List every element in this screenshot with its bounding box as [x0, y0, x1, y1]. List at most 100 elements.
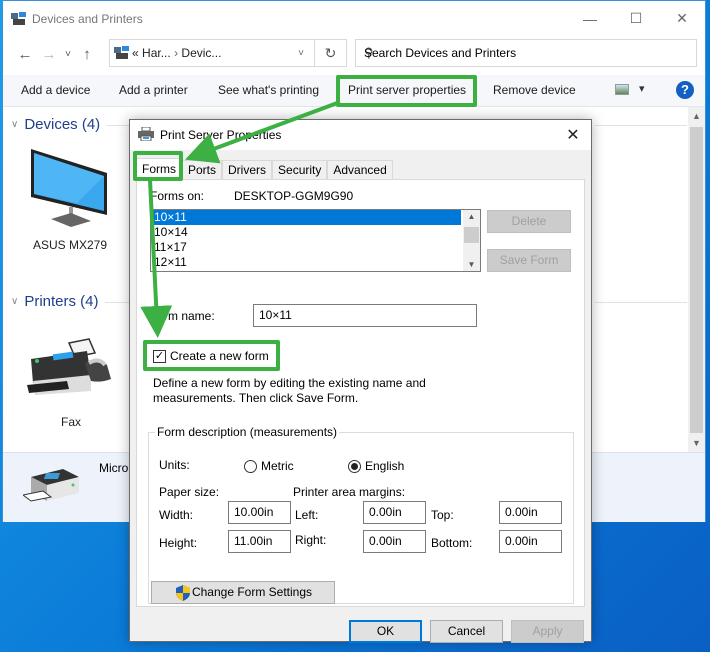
tab-ports[interactable]: Ports [182, 160, 223, 180]
save-form-button[interactable]: Save Form [487, 249, 571, 272]
address-bar[interactable]: « Har... › Devic... ˅ ↻ [109, 39, 347, 67]
top-margin-input[interactable]: 0.00in [499, 501, 562, 524]
help-icon[interactable]: ? [676, 81, 694, 99]
bottom-margin-input[interactable]: 0.00in [499, 530, 562, 553]
devices-printers-icon [11, 11, 27, 26]
fax-icon[interactable] [27, 337, 115, 400]
device-label-microsoft[interactable]: Micro [99, 461, 128, 475]
maximize-button[interactable]: ☐ [613, 10, 659, 27]
highlight-create-new-form [143, 340, 280, 371]
group-divider [595, 125, 687, 126]
list-item[interactable]: 12×11 [151, 255, 480, 270]
back-arrow-icon[interactable]: ← [13, 46, 37, 63]
view-dropdown-icon[interactable]: ▾ [639, 82, 645, 95]
printer-icon[interactable] [21, 465, 83, 508]
change-form-settings-button[interactable]: Change Form Settings [151, 581, 335, 604]
list-item[interactable]: 10×14 [151, 225, 480, 240]
dialog-title-bar: Print Server Properties ✕ [130, 120, 591, 150]
dialog-close-button[interactable]: ✕ [555, 125, 591, 145]
collapse-chevron-icon[interactable]: ∨ [11, 296, 18, 307]
width-input[interactable]: 10.00in [228, 501, 291, 524]
location-icon [114, 46, 130, 63]
monitor-icon[interactable] [27, 147, 111, 230]
right-margin-input[interactable]: 0.00in [363, 530, 426, 553]
list-item[interactable]: 10×11 [151, 210, 461, 225]
metric-label[interactable]: Metric [261, 459, 294, 473]
uac-shield-icon [176, 585, 190, 608]
form-name-input[interactable]: 10×11 [253, 304, 477, 327]
refresh-icon[interactable]: ↻ [314, 40, 346, 66]
forms-listbox[interactable]: 10×11 10×14 11×17 12×11 ▲ ▼ [150, 209, 481, 272]
top-label: Top: [431, 508, 454, 522]
scroll-down-icon[interactable]: ▼ [688, 438, 705, 448]
minimize-button[interactable]: — [567, 11, 613, 27]
devices-group-label: Devices (4) [24, 116, 101, 133]
form-description-group: Form description (measurements) Units: M… [148, 425, 574, 604]
address-dropdown-icon[interactable]: ˅ [288, 48, 314, 59]
search-box[interactable]: Search Devices and Printers ⚲ [355, 39, 697, 67]
print-server-properties-dialog: Print Server Properties ✕ Forms Ports Dr… [129, 119, 592, 643]
left-margin-input[interactable]: 0.00in [363, 501, 426, 524]
add-printer-button[interactable]: Add a printer [119, 83, 188, 97]
scroll-thumb[interactable] [690, 127, 703, 433]
bottom-label: Bottom: [431, 536, 473, 550]
forms-on-value: DESKTOP-GGM9G90 [234, 189, 354, 203]
printers-group-label: Printers (4) [24, 293, 99, 310]
units-label: Units: [159, 458, 190, 472]
search-input[interactable]: Search Devices and Printers [364, 46, 516, 60]
title-bar: Devices and Printers — ☐ ✕ [3, 1, 705, 36]
scroll-up-icon[interactable]: ▲ [463, 212, 480, 221]
list-item[interactable]: 11×17 [151, 240, 480, 255]
tab-drivers[interactable]: Drivers [222, 160, 273, 180]
scroll-up-icon[interactable]: ▲ [688, 111, 705, 121]
device-label-asus[interactable]: ASUS MX279 [25, 238, 115, 252]
recent-locations-chevron-icon[interactable]: ˅ [61, 49, 75, 60]
printers-group-header[interactable]: ∨ Printers (4) [11, 293, 99, 310]
right-label: Right: [295, 533, 327, 547]
forms-tab-page: Forms on: DESKTOP-GGM9G90 10×11 10×14 11… [136, 179, 585, 607]
remove-device-button[interactable]: Remove device [493, 83, 576, 97]
group-divider [107, 125, 131, 126]
form-description-legend: Form description (measurements) [155, 425, 340, 439]
description-line-1: Define a new form by editing the existin… [153, 376, 426, 390]
devices-group-header[interactable]: ∨ Devices (4) [11, 116, 100, 133]
close-button[interactable]: ✕ [659, 10, 705, 27]
breadcrumb-separator-icon: › [174, 46, 179, 60]
height-input[interactable]: 11.00in [228, 530, 291, 553]
delete-button[interactable]: Delete [487, 210, 571, 233]
up-arrow-icon[interactable]: ↑ [75, 46, 99, 63]
change-view-icon[interactable] [615, 84, 629, 95]
change-form-settings-label: Change Form Settings [191, 585, 313, 599]
forward-arrow-icon[interactable]: → [37, 46, 61, 63]
scroll-down-icon[interactable]: ▼ [463, 260, 480, 269]
breadcrumb-overflow[interactable]: « [132, 46, 139, 60]
see-whats-printing-button[interactable]: See what's printing [218, 83, 319, 97]
collapse-chevron-icon[interactable]: ∨ [11, 119, 18, 130]
scroll-thumb[interactable] [464, 227, 479, 243]
breadcrumb: « Har... › Devic... [110, 46, 288, 60]
group-divider [595, 302, 687, 303]
english-label[interactable]: English [365, 459, 404, 473]
add-device-button[interactable]: Add a device [21, 83, 90, 97]
description-line-2: measurements. Then click Save Form. [153, 391, 359, 405]
metric-radio[interactable] [244, 460, 257, 473]
listbox-scrollbar[interactable]: ▲ ▼ [463, 210, 480, 271]
apply-button[interactable]: Apply [511, 620, 584, 643]
ok-button[interactable]: OK [349, 620, 422, 643]
content-scrollbar[interactable]: ▲ ▼ [688, 107, 705, 452]
highlight-print-server-properties [336, 75, 477, 107]
breadcrumb-hardware[interactable]: Har... [142, 46, 171, 60]
device-label-fax[interactable]: Fax [33, 415, 109, 429]
breadcrumb-devices[interactable]: Devic... [181, 46, 221, 60]
english-radio[interactable] [348, 460, 361, 473]
margins-label: Printer area margins: [293, 485, 406, 499]
forms-on-label: Forms on: [150, 189, 205, 203]
width-label: Width: [159, 508, 194, 522]
tab-advanced[interactable]: Advanced [327, 160, 393, 180]
cancel-button[interactable]: Cancel [430, 620, 503, 643]
window-title: Devices and Printers [32, 11, 143, 26]
form-name-label: Form name: [150, 309, 215, 323]
tab-security[interactable]: Security [272, 160, 328, 180]
height-label: Height: [159, 536, 198, 550]
paper-size-label: Paper size: [159, 485, 220, 499]
